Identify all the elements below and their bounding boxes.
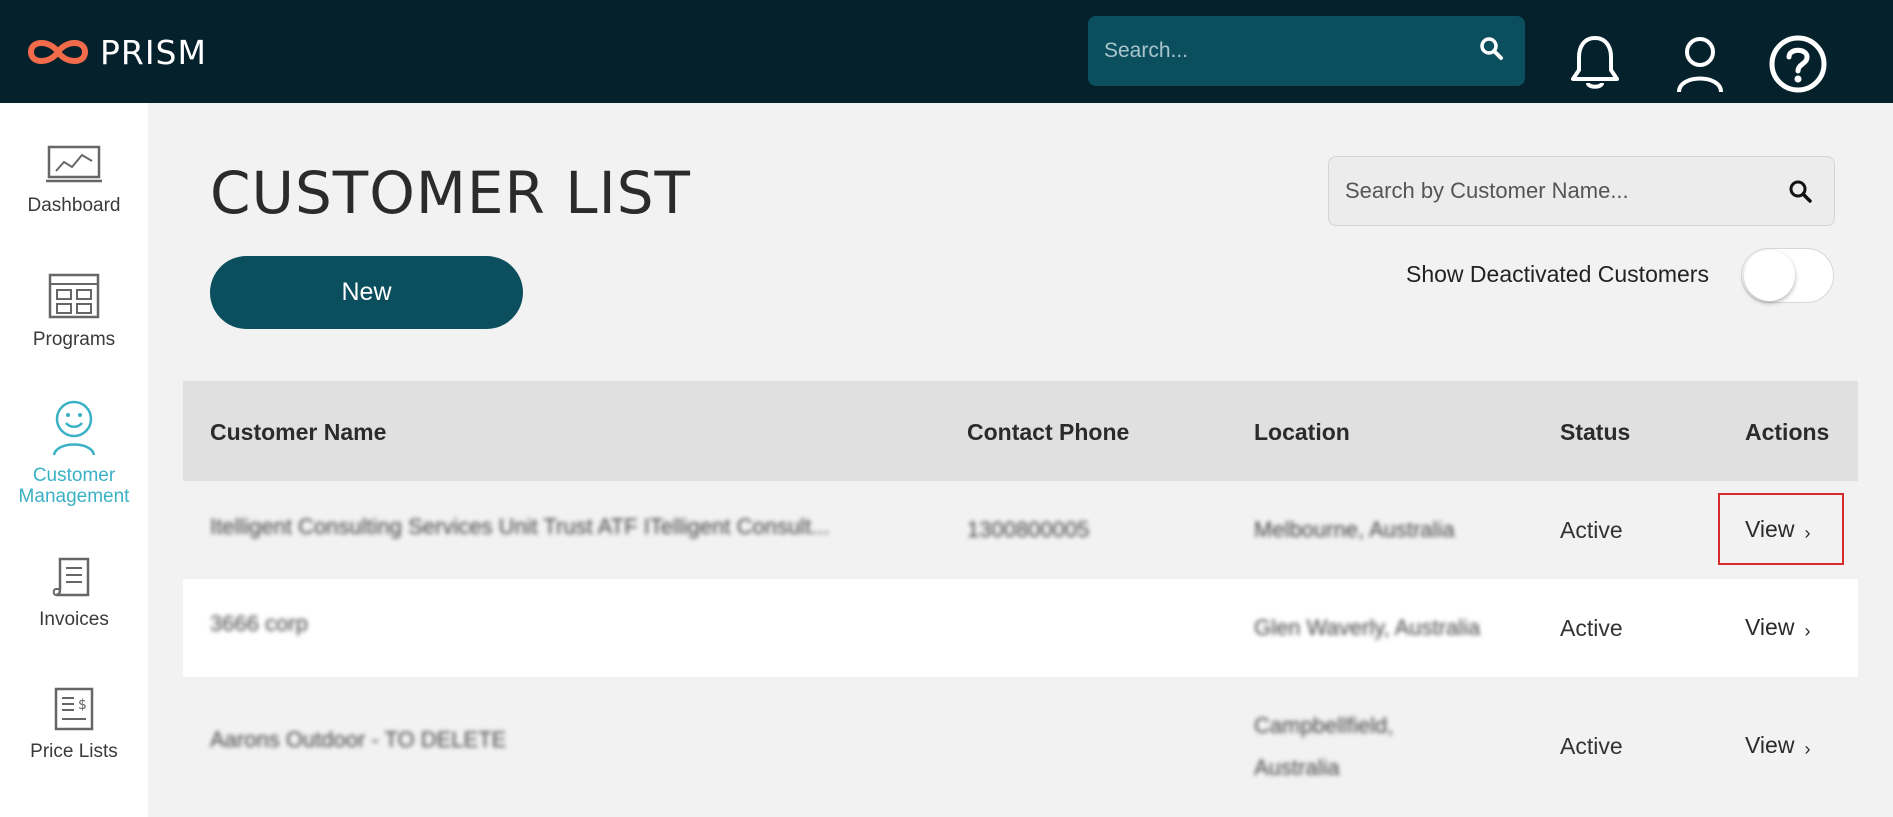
top-navigation-bar: PRISM [0, 0, 1893, 103]
table-row: 3666 corp Glen Waverly, Australia Active… [183, 579, 1858, 677]
new-customer-button[interactable]: New [210, 256, 523, 329]
customer-face-icon [52, 400, 96, 456]
column-header-location: Location [1254, 419, 1350, 445]
infinity-logo-icon [27, 40, 89, 64]
sidebar-item-label: Invoices [39, 609, 109, 630]
customer-name-cell: 3666 corp [210, 611, 308, 636]
dashboard-chart-icon [46, 145, 102, 183]
sidebar-item-label: Programs [32, 329, 116, 350]
sidebar-item-price-lists[interactable]: $ Price Lists [0, 687, 148, 762]
search-icon[interactable] [1479, 36, 1505, 62]
table-header: Customer Name Contact Phone Location Sta… [183, 381, 1858, 481]
highlight-box [1718, 493, 1844, 565]
customer-search-input[interactable] [1345, 157, 1775, 225]
view-label: View [1745, 732, 1795, 758]
status-cell: Active [1560, 517, 1623, 543]
programs-grid-icon [48, 273, 100, 319]
customer-table: Customer Name Contact Phone Location Sta… [183, 381, 1858, 817]
status-cell: Active [1560, 615, 1623, 641]
sidebar-item-programs[interactable]: Programs [0, 273, 148, 350]
location-cell-line-1: Campbellfield, [1254, 713, 1394, 738]
customer-name-cell: Itelligent Consulting Services Unit Trus… [210, 514, 830, 539]
location-cell: Melbourne, Australia [1254, 517, 1455, 542]
user-icon[interactable] [1673, 34, 1727, 94]
location-cell-line-2: Australia [1254, 755, 1340, 780]
location-cell: Glen Waverly, Australia [1254, 615, 1481, 640]
status-cell: Active [1560, 733, 1623, 759]
main-content: CUSTOMER LIST New Show Deactivated Custo… [148, 103, 1893, 817]
search-icon[interactable] [1788, 179, 1814, 205]
customer-name-cell: Aarons Outdoor - TO DELETE [210, 727, 507, 752]
bell-icon[interactable] [1568, 34, 1622, 92]
invoice-scroll-icon [52, 557, 90, 597]
table-row: Aarons Outdoor - TO DELETE Campbellfield… [183, 677, 1858, 817]
page-title: CUSTOMER LIST [210, 159, 691, 227]
app-name: PRISM [100, 32, 207, 72]
chevron-right-icon: › [1804, 739, 1811, 759]
sidebar-item-label: Customer Management [18, 465, 130, 507]
column-header-contact-phone: Contact Phone [967, 419, 1130, 445]
price-list-icon: $ [54, 687, 94, 731]
sidebar: Dashboard Programs Customer Management I… [0, 103, 148, 817]
sidebar-item-customer-management[interactable]: Customer Management [0, 399, 148, 507]
column-header-customer-name: Customer Name [210, 419, 387, 445]
prism-logo[interactable]: PRISM [26, 32, 207, 72]
sidebar-item-dashboard[interactable]: Dashboard [0, 145, 148, 216]
column-header-status: Status [1560, 419, 1631, 445]
sidebar-item-invoices[interactable]: Invoices [0, 557, 148, 630]
global-search-input[interactable] [1104, 16, 1464, 86]
view-label: View [1745, 614, 1795, 640]
chevron-right-icon: › [1804, 621, 1811, 641]
view-customer-button[interactable]: View › [1745, 731, 1810, 760]
svg-text:$: $ [78, 697, 87, 713]
table-row: Itelligent Consulting Services Unit Trus… [183, 481, 1858, 579]
sidebar-item-label: Price Lists [30, 741, 118, 762]
help-icon[interactable] [1768, 34, 1828, 94]
customer-search-box[interactable] [1328, 156, 1835, 226]
global-search-box[interactable] [1088, 16, 1525, 86]
sidebar-item-label: Dashboard [27, 195, 121, 216]
show-deactivated-label: Show Deactivated Customers [1406, 261, 1709, 287]
column-header-actions: Actions [1745, 419, 1830, 445]
view-customer-button[interactable]: View › [1745, 613, 1810, 642]
contact-phone-cell: 1300800005 [967, 517, 1090, 542]
show-deactivated-toggle[interactable] [1741, 248, 1834, 303]
toggle-knob [1744, 250, 1795, 301]
